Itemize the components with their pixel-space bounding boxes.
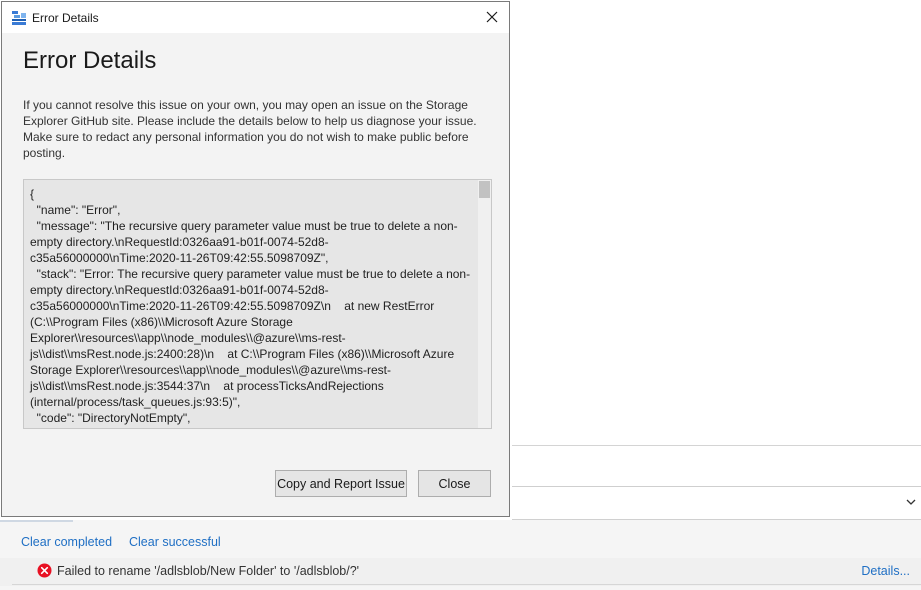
divider (12, 584, 921, 585)
scrollbar-thumb[interactable] (479, 181, 490, 198)
activity-dropdown[interactable] (512, 487, 921, 520)
scrollbar[interactable] (478, 180, 491, 428)
intro-text: If you cannot resolve this issue on your… (23, 98, 477, 160)
activity-panel: Clear completed Clear successful Failed … (0, 520, 921, 590)
tab-indicator (0, 520, 73, 522)
chevron-down-icon[interactable] (905, 496, 917, 508)
dialog-title: Error Details (32, 11, 99, 25)
copy-and-report-button[interactable]: Copy and Report Issue (275, 470, 407, 497)
close-button[interactable]: Close (418, 470, 491, 497)
error-icon (37, 563, 52, 578)
activity-message: Failed to rename '/adlsblob/New Folder' … (57, 564, 360, 578)
list-item[interactable]: Failed to rename '/adlsblob/New Folder' … (0, 558, 921, 586)
error-details-dialog: Error Details Error Details If you canno… (1, 1, 510, 517)
clear-completed-link[interactable]: Clear completed (21, 535, 112, 549)
storage-explorer-icon (12, 11, 26, 25)
close-icon[interactable] (483, 8, 501, 26)
divider (512, 445, 921, 446)
details-link[interactable]: Details... (861, 564, 910, 578)
app-window: Clear completed Clear successful Failed … (0, 0, 921, 590)
clear-successful-link[interactable]: Clear successful (129, 535, 221, 549)
page-title: Error Details (23, 47, 157, 74)
error-details-textbox[interactable]: { "name": "Error", "message": "The recur… (23, 179, 492, 429)
dialog-titlebar[interactable]: Error Details (2, 2, 509, 33)
error-details-text[interactable]: { "name": "Error", "message": "The recur… (30, 186, 478, 426)
